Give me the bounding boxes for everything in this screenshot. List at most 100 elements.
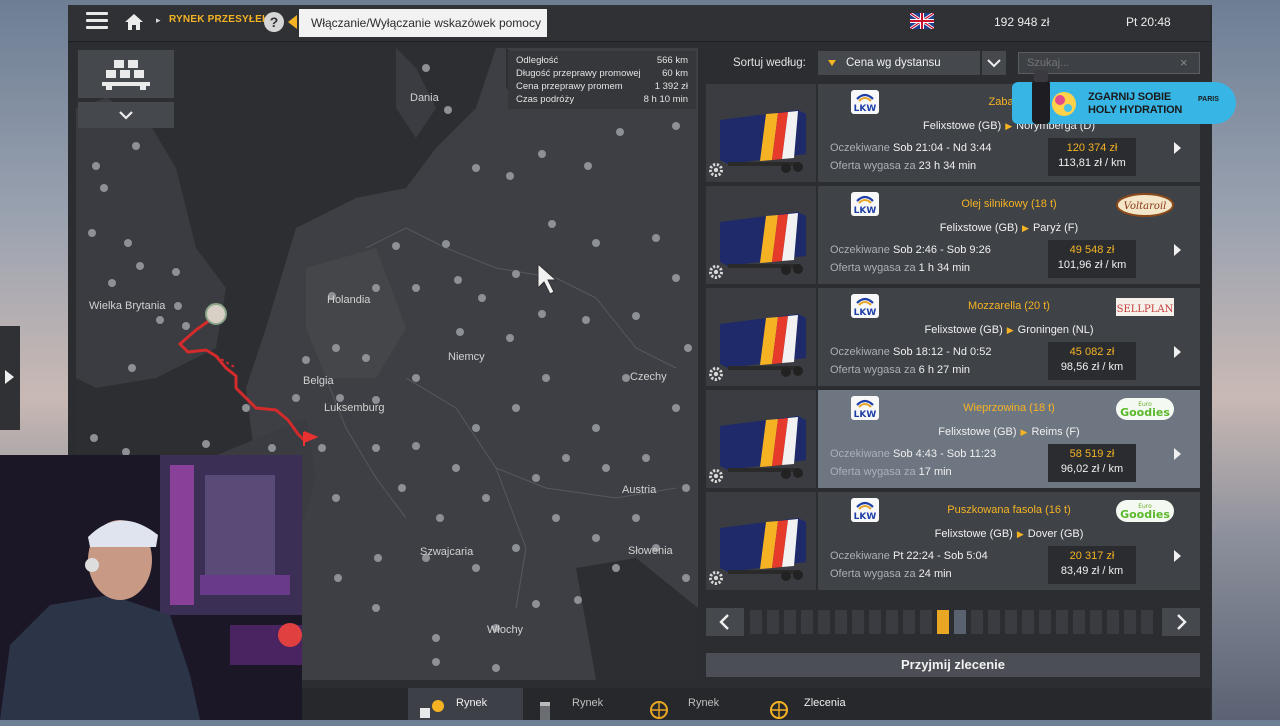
page-segment[interactable]: [1056, 610, 1068, 634]
route-info-panel: Odległość 566 km Długość przeprawy promow…: [508, 51, 696, 109]
page-segment[interactable]: [903, 610, 915, 634]
webcam-overlay: [0, 455, 302, 720]
route-arrow-icon: ▶: [1006, 325, 1014, 335]
accept-job-button[interactable]: Przyjmij zlecenie: [706, 653, 1200, 677]
sort-indicator-icon: [828, 60, 836, 66]
chevron-right-icon[interactable]: [1174, 550, 1181, 562]
trailer-image: [706, 288, 816, 386]
offer-details: LKW Mozzarella (20 t) Felixstowe (GB) ▶ Gron…: [818, 288, 1200, 386]
price-box: 120 374 zł 113,81 zł / km: [1048, 138, 1136, 176]
side-panel-toggle[interactable]: [0, 326, 20, 430]
gear-icon[interactable]: [708, 264, 724, 280]
tab-world-market[interactable]: Rynek: [646, 688, 746, 720]
next-page-button[interactable]: [1162, 608, 1200, 636]
page-segment[interactable]: [869, 610, 881, 634]
tab-cargo-market[interactable]: Rynek: [408, 688, 523, 720]
sort-dropdown-button[interactable]: [982, 51, 1006, 75]
map-label-czechy: Czechy: [630, 371, 667, 383]
offer-details: LKW Puszkowana fasola (16 t) Felixstowe (G…: [818, 492, 1200, 590]
page-segment[interactable]: [920, 610, 932, 634]
water-bottle-icon: [1032, 70, 1076, 124]
tab-freight-market[interactable]: Rynek: [530, 688, 630, 720]
gear-icon[interactable]: [708, 468, 724, 484]
svg-text:Goodies: Goodies: [1120, 406, 1170, 419]
game-clock: Pt 20:48: [1126, 15, 1171, 29]
page-segment[interactable]: [1141, 610, 1153, 634]
ad-line-2: HOLY HYDRATION: [1088, 104, 1183, 116]
chevron-right-icon[interactable]: [1174, 448, 1181, 460]
route-info-row: Odległość 566 km: [516, 55, 688, 66]
svg-text:Voltaroil: Voltaroil: [1124, 201, 1167, 212]
page-segment[interactable]: [1107, 610, 1119, 634]
offer-expiry: Oferta wygasa za 17 min: [830, 466, 952, 478]
offer-item[interactable]: LKW Wieprzowina (18 t) Felixstowe (GB) ▶ Rei…: [706, 390, 1200, 488]
price-per-km: 98,56 zł / km: [1060, 361, 1124, 373]
expected-time: Oczekiwane Sob 21:04 - Nd 3:44: [830, 142, 992, 154]
sort-label: Sortuj według:: [733, 57, 806, 69]
page-segment[interactable]: [886, 610, 898, 634]
chevron-down-icon: [987, 59, 1001, 68]
chevron-down-icon: [119, 111, 133, 120]
sort-select[interactable]: Cena wg dystansu: [818, 51, 980, 75]
goodies-logo-icon: EuroGoodies: [1116, 398, 1174, 420]
pagination: [706, 608, 1200, 636]
route-arrow-icon: ▶: [1016, 529, 1024, 539]
page-segment[interactable]: [801, 610, 813, 634]
price-total: 20 317 zł: [1069, 550, 1115, 562]
map-label-dania: Dania: [410, 92, 439, 104]
page-segment[interactable]: [818, 610, 830, 634]
clear-search-icon[interactable]: ×: [1180, 55, 1188, 70]
map-label-wlochy: Włochy: [487, 624, 524, 636]
page-segment[interactable]: [1005, 610, 1017, 634]
breadcrumb[interactable]: RYNEK PRZESYŁEK: [169, 14, 269, 25]
map-label-luksemburg: Luksemburg: [324, 402, 385, 414]
expand-right-icon: [5, 370, 14, 384]
prev-page-button[interactable]: [706, 608, 744, 636]
help-button[interactable]: ?: [264, 12, 284, 32]
price-per-km: 101,96 zł / km: [1057, 259, 1127, 271]
map-label-belgia: Belgia: [303, 375, 334, 387]
tab-orders[interactable]: Zlecenia: [766, 688, 876, 720]
page-segment[interactable]: [988, 610, 1000, 634]
page-segment[interactable]: [852, 610, 864, 634]
chevron-right-icon[interactable]: [1174, 346, 1181, 358]
price-total: 49 548 zł: [1069, 244, 1115, 256]
page-segment[interactable]: [1090, 610, 1102, 634]
chevron-right-icon[interactable]: [1174, 142, 1181, 154]
offer-item[interactable]: LKW Mozzarella (20 t) Felixstowe (GB) ▶ Gron…: [706, 288, 1200, 386]
gear-icon[interactable]: [708, 366, 724, 382]
expected-time: Oczekiwane Sob 18:12 - Nd 0:52: [830, 346, 992, 358]
account-balance: 192 948 zł: [994, 15, 1050, 29]
page-segment[interactable]: [1073, 610, 1085, 634]
chevron-right-icon: [1177, 614, 1187, 630]
page-segment[interactable]: [835, 610, 847, 634]
ad-tag: PARIS: [1198, 96, 1219, 103]
route: Felixstowe (GB) ▶ Dover (GB): [934, 528, 1084, 540]
page-segment[interactable]: [971, 610, 983, 634]
expand-map-button[interactable]: [78, 102, 174, 128]
menu-icon[interactable]: [86, 12, 108, 30]
tooltip-arrow-icon: [288, 15, 297, 29]
voltaroil-logo-icon: Voltaroil: [1116, 193, 1174, 217]
page-segment[interactable]: [784, 610, 796, 634]
page-segment[interactable]: [750, 610, 762, 634]
page-segment[interactable]: [1022, 610, 1034, 634]
chevron-right-icon[interactable]: [1174, 244, 1181, 256]
sort-selected-value: Cena wg dystansu: [846, 57, 941, 69]
gear-icon[interactable]: [708, 570, 724, 586]
offer-details: LKW Olej silnikowy (18 t) Felixstowe (GB) ▶…: [818, 186, 1200, 284]
uk-flag-icon[interactable]: [910, 13, 934, 29]
expected-time: Oczekiwane Pt 22:24 - Sob 5:04: [830, 550, 988, 562]
page-segment[interactable]: [954, 610, 966, 634]
home-icon[interactable]: [124, 12, 144, 32]
map-label-austria: Austria: [622, 484, 657, 496]
page-segment[interactable]: [937, 610, 949, 634]
offer-item[interactable]: LKW Puszkowana fasola (16 t) Felixstowe (G…: [706, 492, 1200, 590]
map-label-holandia: Holandia: [327, 294, 371, 306]
offer-item[interactable]: LKW Olej silnikowy (18 t) Felixstowe (GB) ▶…: [706, 186, 1200, 284]
page-segment[interactable]: [1124, 610, 1136, 634]
page-segment[interactable]: [1039, 610, 1051, 634]
page-segment[interactable]: [767, 610, 779, 634]
gear-icon[interactable]: [708, 162, 724, 178]
trailer-view-button[interactable]: [78, 50, 174, 98]
